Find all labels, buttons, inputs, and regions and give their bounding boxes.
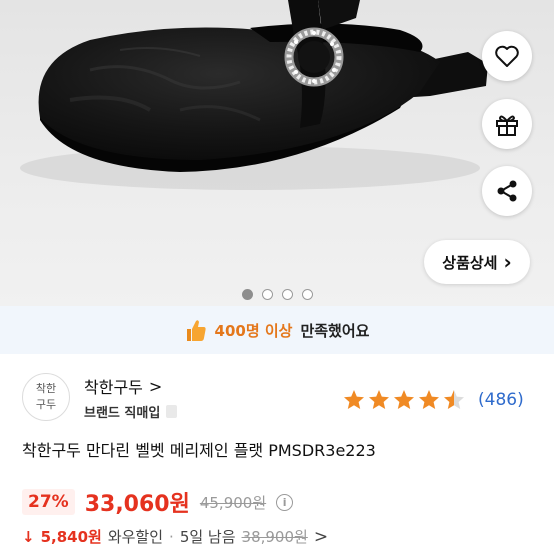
down-arrow-icon: ↓ — [22, 527, 35, 546]
star-icon — [344, 390, 364, 409]
chevron-right-icon: > — [313, 526, 329, 547]
wow-discount-row[interactable]: ↓ 5,840원 와우할인 · 5일 남음 38,900원 > — [22, 526, 328, 547]
star-icon — [394, 390, 414, 409]
product-detail-label: 상품상세 — [442, 253, 498, 272]
carousel-dot[interactable] — [241, 289, 253, 300]
share-icon — [497, 180, 517, 202]
gift-icon — [496, 115, 518, 136]
days-remaining: 5일 남음 — [179, 528, 236, 546]
carousel-dot[interactable] — [261, 289, 273, 300]
info-icon[interactable]: i — [276, 493, 294, 511]
star-icon — [369, 390, 389, 409]
seller-logo-line2: 구두 — [35, 398, 57, 411]
half-star-icon — [444, 390, 464, 409]
seller-logo[interactable]: 착한 구두 — [22, 373, 70, 421]
product-detail-button[interactable]: 상품상세 › — [424, 240, 530, 284]
seller-type: 브랜드 직매입 — [84, 406, 161, 421]
price-row: 27% 33,060원 45,900원 i — [22, 486, 294, 518]
review-count[interactable]: (486) — [478, 390, 524, 410]
seller-logo-line1: 착한 — [35, 382, 57, 395]
share-button[interactable] — [482, 166, 532, 216]
chevron-right-icon: > — [148, 376, 163, 396]
seller-name: 착한구두 — [84, 378, 143, 397]
satisfaction-count: 400명 이상 — [214, 321, 293, 340]
satisfaction-text: 만족했어요 — [300, 321, 370, 340]
seller-subtitle: 브랜드 직매입 — [84, 402, 178, 421]
wow-discount-amount: 5,840원 — [40, 528, 102, 546]
satisfaction-banner: 400명 이상 만족했어요 — [0, 306, 554, 354]
thumbs-up-icon — [186, 320, 206, 341]
discount-badge: 27% — [22, 489, 75, 515]
heart-icon — [495, 45, 519, 67]
chevron-right-icon: › — [503, 250, 512, 274]
carousel-dot[interactable] — [301, 289, 313, 300]
star-icon — [419, 390, 439, 409]
carousel-dot[interactable] — [281, 289, 293, 300]
wow-discount-label: 와우할인 — [107, 528, 164, 546]
gift-button[interactable] — [482, 99, 532, 149]
product-title: 착한구두 만다린 벨벳 메리제인 플랫 PMSDR3e223 — [22, 441, 376, 460]
rating-stars — [344, 390, 464, 409]
document-icon — [166, 405, 178, 418]
rating-summary[interactable]: (486) — [342, 388, 524, 412]
carousel-indicator — [0, 289, 554, 300]
product-image[interactable]: 상품상세 › — [0, 0, 554, 306]
separator: · — [169, 527, 174, 546]
seller-link[interactable]: 착한구두 > — [84, 374, 162, 398]
original-price: 45,900원 — [199, 493, 267, 512]
sale-price: 33,060원 — [84, 492, 190, 517]
wow-original-price: 38,900원 — [241, 528, 308, 546]
wishlist-button[interactable] — [482, 31, 532, 81]
